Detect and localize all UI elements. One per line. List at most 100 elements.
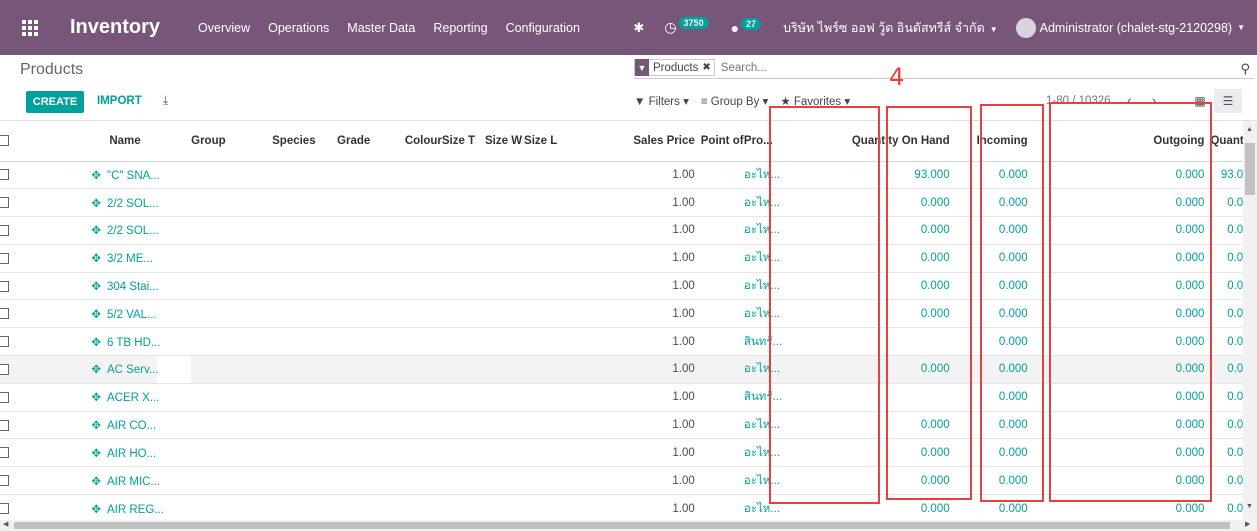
- drag-handle-icon[interactable]: ✥: [91, 364, 101, 376]
- drag-handle-icon[interactable]: ✥: [91, 170, 101, 182]
- checkbox[interactable]: [0, 447, 9, 459]
- table-row[interactable]: ✥ 304 Stai... 1.00 อะไห... 0.000 0.000 0.000 0.…: [0, 271, 1243, 300]
- table-row[interactable]: ✥ AIR REG... 1.00 อะไห... 0.000 0.000 0.000 0.0…: [0, 494, 1243, 520]
- remove-facet-icon[interactable]: ✖: [702, 62, 713, 73]
- row-checkbox[interactable]: [0, 188, 46, 217]
- horizontal-scrollbar-thumb[interactable]: [14, 522, 1230, 529]
- kanban-view-icon[interactable]: ▦: [1186, 89, 1214, 113]
- column-header-species[interactable]: Species: [250, 121, 338, 162]
- vertical-scrollbar[interactable]: ▲ ▼: [1243, 121, 1257, 520]
- column-header-name[interactable]: Name: [109, 121, 176, 162]
- table-row[interactable]: ✥6 TB HD...1.00สินทรั...0.0000.0000.000: [0, 327, 1243, 356]
- menu-reporting[interactable]: Reporting: [433, 21, 487, 35]
- column-header-quantity-unreserved[interactable]: Quantity On Hand Unreser...: [1210, 121, 1243, 162]
- drag-handle-icon[interactable]: ✥: [91, 309, 101, 321]
- horizontal-scrollbar[interactable]: ◀ ▶: [0, 520, 1257, 531]
- scroll-up-arrow-icon[interactable]: ▲: [1246, 126, 1253, 133]
- menu-configuration[interactable]: Configuration: [506, 21, 580, 35]
- table-row[interactable]: ✥ACER X...1.00สินทรั...0.0000.0000.000: [0, 382, 1243, 412]
- scroll-left-arrow-icon[interactable]: ◀: [3, 520, 8, 528]
- column-header-size-t[interactable]: Size T: [441, 121, 485, 162]
- drag-handle-icon[interactable]: ✥: [91, 448, 101, 460]
- table-row[interactable]: ✥ 5/2 VAL... 1.00 อะไห... 0.000 0.000 0.000 0.0…: [0, 299, 1243, 328]
- table-row[interactable]: ✥ AC Serv... 1.00 อะไห... 0.000 0.000 0.000 0.0…: [0, 355, 1243, 384]
- drag-handle-icon[interactable]: ✥: [91, 420, 101, 432]
- row-checkbox[interactable]: [0, 160, 46, 189]
- pager-value[interactable]: 1-80 / 10326: [1046, 95, 1111, 107]
- row-checkbox[interactable]: [0, 382, 46, 412]
- row-checkbox[interactable]: [0, 299, 46, 328]
- scroll-right-arrow-icon[interactable]: ▶: [1245, 520, 1250, 528]
- table-row[interactable]: ✥ "C" SNA... 1.00 อะไห... 93.000 0.000 0.000 93…: [0, 160, 1243, 189]
- filters-dropdown[interactable]: ▼ Filters ▾: [634, 94, 689, 108]
- column-header-size-w[interactable]: Size W: [484, 121, 525, 162]
- scroll-down-arrow-icon[interactable]: ▼: [1246, 503, 1253, 510]
- drag-handle-icon[interactable]: ✥: [91, 281, 101, 293]
- create-button[interactable]: CREATE: [26, 91, 84, 113]
- checkbox[interactable]: [0, 419, 9, 431]
- download-icon[interactable]: ⤓: [163, 93, 168, 108]
- column-header-colour[interactable]: Colour: [404, 121, 442, 162]
- checkbox[interactable]: [0, 252, 9, 264]
- apps-menu-icon[interactable]: [22, 19, 44, 37]
- checkbox[interactable]: [0, 197, 9, 209]
- user-menu[interactable]: Administrator (chalet-stg-2120298) ▼: [1015, 17, 1245, 38]
- search-input[interactable]: [720, 61, 1241, 74]
- column-header-product-category[interactable]: Pro...: [743, 121, 851, 162]
- column-header-size-l[interactable]: Size L: [524, 121, 611, 162]
- drag-handle-icon[interactable]: ✥: [91, 225, 101, 237]
- menu-master-data[interactable]: Master Data: [347, 21, 415, 35]
- groupby-dropdown[interactable]: ≡ Group By ▾: [701, 94, 768, 108]
- row-checkbox[interactable]: [0, 271, 46, 300]
- table-row[interactable]: ✥AIR HO...1.00อะไห...0.0000.0000.0000.00…: [0, 438, 1243, 467]
- import-button[interactable]: IMPORT: [97, 95, 142, 107]
- row-checkbox[interactable]: [0, 216, 46, 245]
- column-header-incoming[interactable]: Incoming: [955, 121, 1034, 162]
- checkbox[interactable]: [0, 475, 9, 487]
- pager-previous-icon[interactable]: ‹: [1127, 92, 1132, 108]
- drag-handle-icon[interactable]: ✥: [91, 198, 101, 210]
- row-checkbox[interactable]: [0, 410, 46, 439]
- company-switcher[interactable]: บริษัท ไพร์ซ ออฟ วู้ด อินดัสทรีส์ จำกัด ▼: [783, 18, 998, 38]
- checkbox[interactable]: [0, 503, 9, 515]
- checkbox[interactable]: [0, 169, 9, 181]
- checkbox[interactable]: [0, 308, 9, 320]
- select-all-checkbox[interactable]: [0, 121, 46, 162]
- drag-handle-icon[interactable]: ✥: [91, 392, 101, 404]
- table-row[interactable]: ✥ AIR MIC... 1.00 อะไห... 0.000 0.000 0.000 0.0…: [0, 466, 1243, 495]
- checkbox[interactable]: [0, 363, 9, 375]
- column-header-grade[interactable]: Grade: [337, 121, 405, 162]
- activity-clock-icon[interactable]: ◷ 3750: [664, 17, 709, 36]
- column-header-outgoing[interactable]: Outgoing: [1033, 121, 1211, 162]
- list-view-icon[interactable]: ☰: [1214, 89, 1242, 113]
- table-row[interactable]: ✥AIR CO...1.00อะไห...0.0000.0000.0000.00…: [0, 410, 1243, 439]
- row-checkbox[interactable]: [0, 327, 46, 356]
- row-checkbox[interactable]: [0, 243, 46, 273]
- drag-handle-icon[interactable]: ✥: [91, 253, 101, 265]
- search-icon[interactable]: ⚲: [1240, 61, 1250, 77]
- column-header-point-of-sale[interactable]: Point of Sa...: [700, 121, 744, 162]
- table-row[interactable]: ✥3/2 ME...1.00อะไห...0.0000.0000.0000.00…: [0, 243, 1243, 273]
- table-row[interactable]: ✥ 2/2 SOL... 1.00 อะไห... 0.000 0.000 0.000 0.0…: [0, 216, 1243, 245]
- column-header-quantity-on-hand[interactable]: Quantity On Hand: [850, 121, 956, 162]
- drag-handle-icon[interactable]: ✥: [91, 337, 101, 349]
- pager-next-icon[interactable]: ›: [1152, 92, 1157, 108]
- menu-overview[interactable]: Overview: [198, 21, 250, 35]
- column-header-group[interactable]: Group: [191, 121, 251, 162]
- checkbox[interactable]: [0, 224, 9, 236]
- column-header-sales-price[interactable]: Sales Price: [610, 121, 701, 162]
- checkbox[interactable]: [0, 336, 9, 348]
- row-checkbox[interactable]: [0, 494, 46, 520]
- app-title[interactable]: Inventory: [70, 16, 160, 39]
- favorites-dropdown[interactable]: ★ Favorites ▾: [780, 94, 850, 108]
- table-row[interactable]: ✥ 2/2 SOL... 1.00 อะไห... 0.000 0.000 0.000 0.0…: [0, 188, 1243, 217]
- drag-handle-icon[interactable]: ✥: [91, 476, 101, 488]
- checkbox[interactable]: [0, 280, 9, 292]
- row-checkbox[interactable]: [0, 466, 46, 495]
- scrollbar-thumb[interactable]: [1245, 143, 1255, 195]
- debug-bug-icon[interactable]: ✱: [633, 20, 644, 36]
- drag-handle-icon[interactable]: ✥: [91, 504, 101, 516]
- messages-chat-icon[interactable]: ● 27: [731, 17, 762, 36]
- menu-operations[interactable]: Operations: [268, 21, 329, 35]
- row-checkbox[interactable]: [0, 438, 46, 467]
